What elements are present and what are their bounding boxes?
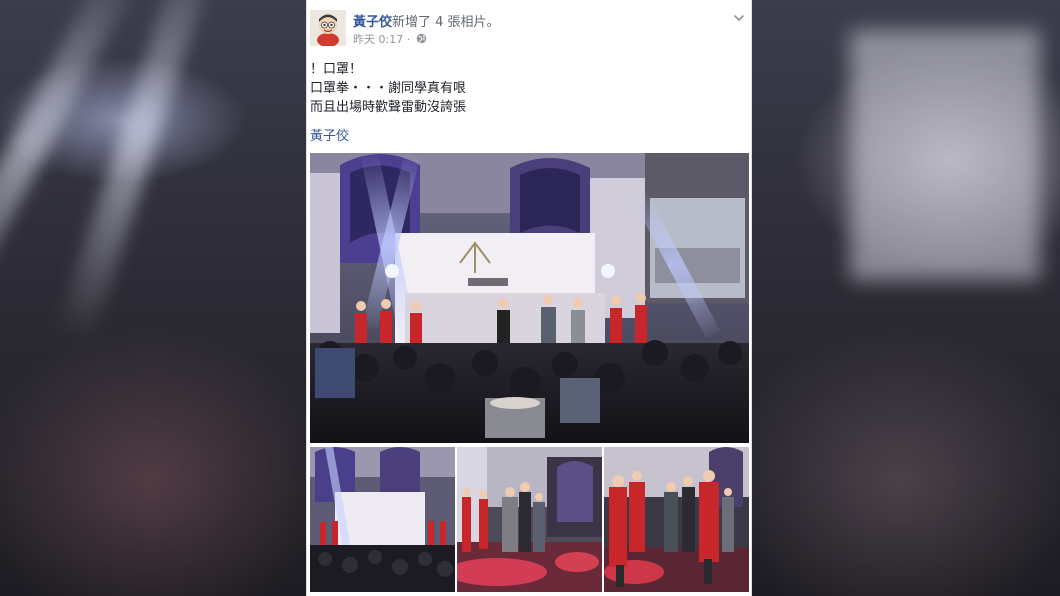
post-photo-thumbnail[interactable] xyxy=(310,447,455,592)
avatar-cartoon-icon xyxy=(310,10,346,46)
meta-separator: · xyxy=(406,33,411,46)
author-avatar[interactable] xyxy=(310,10,346,46)
post-photo-thumbnail[interactable] xyxy=(604,447,749,592)
dancers-red-thumbnail-image xyxy=(604,447,749,592)
post-message-line: ！口罩！ xyxy=(310,62,363,77)
author-name-link[interactable]: 黃子佼 xyxy=(353,15,392,30)
post-photo-main[interactable] xyxy=(310,153,749,443)
globe-icon[interactable] xyxy=(416,33,427,44)
post-header: 黃子佼新增了 4 張相片。 昨天 0:17 · xyxy=(307,0,751,54)
screenshot-stage: 黃子佼新增了 4 張相片。 昨天 0:17 · ！口罩！ 口罩拳・・・謝同學真有… xyxy=(0,0,1060,596)
tagged-person-link[interactable]: 黃子佼 xyxy=(310,125,349,144)
post-action-text: 新增了 4 張相片。 xyxy=(392,15,500,30)
background-blurred-screen xyxy=(850,30,1040,280)
post-message: ！口罩！ 口罩拳・・・謝同學真有哏 而且出場時歡聲雷動沒誇張 xyxy=(310,60,466,117)
post-message-line: 而且出場時歡聲雷動沒誇張 xyxy=(310,100,467,115)
post-meta: 昨天 0:17 · xyxy=(353,31,427,47)
post-photo-thumbnail[interactable] xyxy=(457,447,602,592)
stage-wide-thumbnail-image xyxy=(310,447,455,592)
facebook-post-card: 黃子佼新增了 4 張相片。 昨天 0:17 · ！口罩！ 口罩拳・・・謝同學真有… xyxy=(306,0,752,596)
post-title-line: 黃子佼新增了 4 張相片。 xyxy=(353,11,500,30)
post-message-line: 口罩拳・・・謝同學真有哏 xyxy=(310,81,467,96)
chevron-down-icon[interactable] xyxy=(733,12,745,24)
stage-scene-image xyxy=(310,153,749,443)
post-timestamp-link[interactable]: 昨天 0:17 xyxy=(353,33,403,46)
dancers-center-thumbnail-image xyxy=(457,447,602,592)
